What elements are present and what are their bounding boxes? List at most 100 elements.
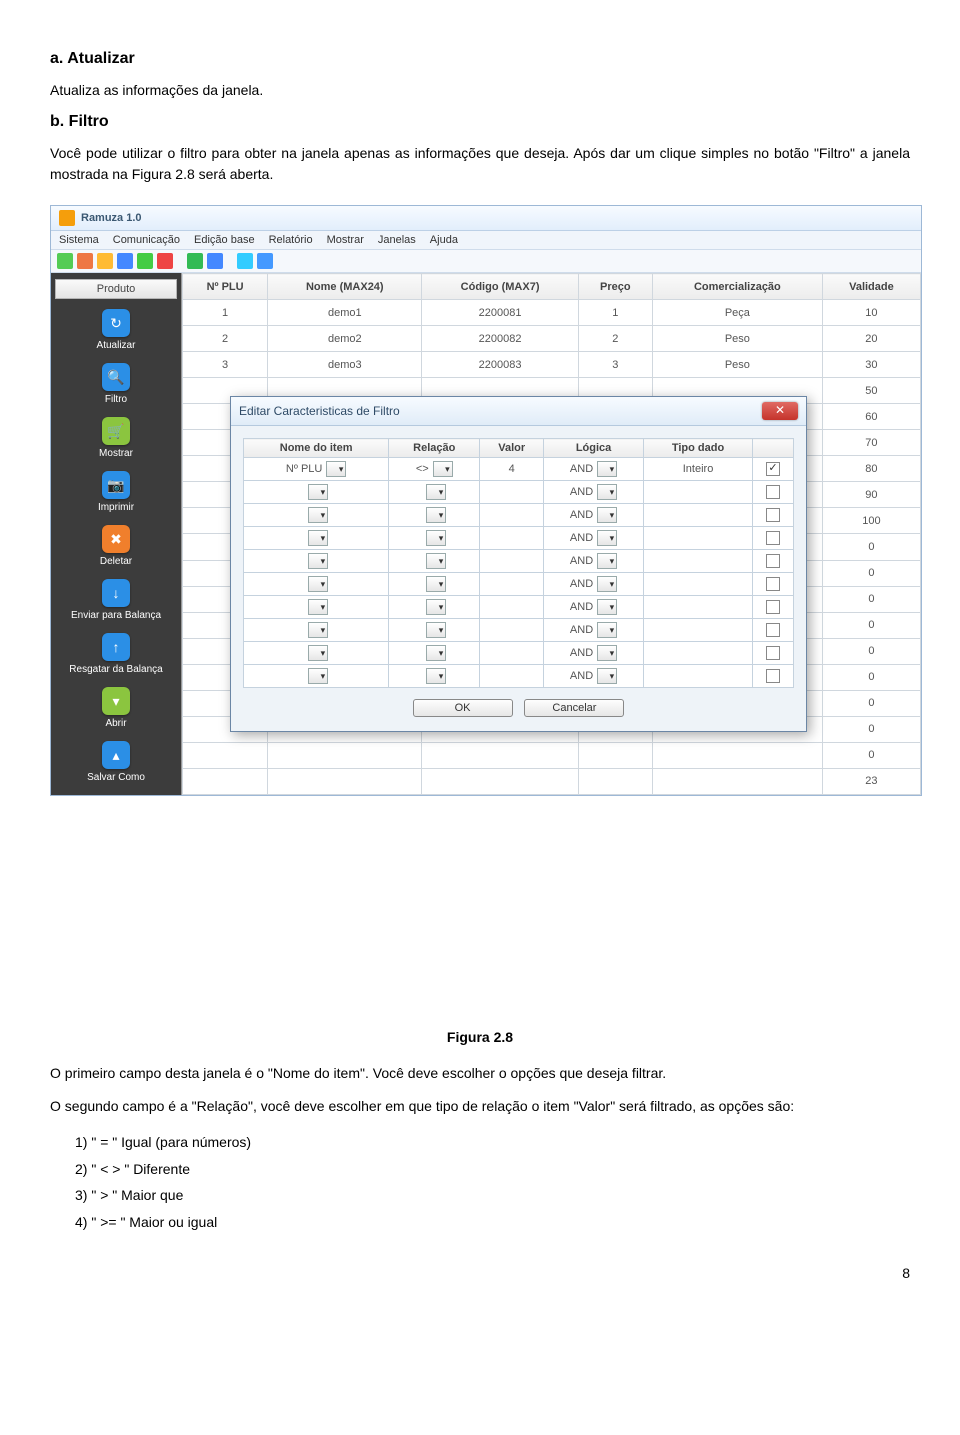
toolbar-icon[interactable]	[77, 253, 93, 269]
toolbar-icon[interactable]	[57, 253, 73, 269]
filter-checkbox-cell[interactable]	[753, 504, 794, 527]
filter-cell[interactable]	[389, 550, 480, 573]
filter-cell[interactable]: AND	[544, 481, 644, 504]
menu-item[interactable]: Janelas	[378, 234, 416, 246]
filter-checkbox-cell[interactable]	[753, 458, 794, 481]
filter-cell[interactable]	[244, 573, 389, 596]
checkbox[interactable]	[766, 669, 780, 683]
menu-item[interactable]: Ajuda	[430, 234, 458, 246]
filter-cell[interactable]: Inteiro	[644, 458, 753, 481]
filter-cell[interactable]	[644, 481, 753, 504]
filter-cell[interactable]	[389, 596, 480, 619]
filter-checkbox-cell[interactable]	[753, 596, 794, 619]
table-row[interactable]: 0	[183, 742, 921, 768]
toolbar-icon[interactable]	[237, 253, 253, 269]
filter-cell[interactable]	[244, 550, 389, 573]
sidebar-item[interactable]: ↓Enviar para Balança	[71, 579, 161, 621]
toolbar-icon[interactable]	[257, 253, 273, 269]
checkbox[interactable]	[766, 485, 780, 499]
sidebar-item[interactable]: ✖Deletar	[100, 525, 132, 567]
chevron-down-icon[interactable]	[308, 507, 328, 523]
chevron-down-icon[interactable]	[308, 530, 328, 546]
chevron-down-icon[interactable]	[597, 484, 617, 500]
filter-cell[interactable]	[389, 527, 480, 550]
chevron-down-icon[interactable]	[597, 668, 617, 684]
toolbar-icon[interactable]	[187, 253, 203, 269]
chevron-down-icon[interactable]	[426, 668, 446, 684]
ok-button[interactable]: OK	[413, 699, 513, 717]
chevron-down-icon[interactable]	[597, 507, 617, 523]
column-header[interactable]: Preço	[578, 274, 652, 300]
toolbar-icon[interactable]	[97, 253, 113, 269]
sidebar-item[interactable]: 🔍Filtro	[102, 363, 130, 405]
checkbox[interactable]	[766, 623, 780, 637]
filter-cell[interactable]	[480, 665, 544, 688]
checkbox[interactable]	[766, 646, 780, 660]
filter-cell[interactable]	[644, 665, 753, 688]
chevron-down-icon[interactable]	[308, 622, 328, 638]
filter-cell[interactable]: 4	[480, 458, 544, 481]
chevron-down-icon[interactable]	[597, 530, 617, 546]
checkbox[interactable]	[766, 531, 780, 545]
filter-cell[interactable]	[644, 596, 753, 619]
filter-checkbox-cell[interactable]	[753, 527, 794, 550]
chevron-down-icon[interactable]	[597, 599, 617, 615]
filter-cell[interactable]	[244, 504, 389, 527]
cancel-button[interactable]: Cancelar	[524, 699, 624, 717]
menu-item[interactable]: Edição base	[194, 234, 255, 246]
chevron-down-icon[interactable]	[426, 599, 446, 615]
close-icon[interactable]: ✕	[762, 402, 798, 420]
sidebar-item[interactable]: ↻Atualizar	[97, 309, 136, 351]
filter-checkbox-cell[interactable]	[753, 619, 794, 642]
filter-cell[interactable]	[244, 527, 389, 550]
filter-checkbox-cell[interactable]	[753, 665, 794, 688]
filter-cell[interactable]: AND	[544, 619, 644, 642]
filter-cell[interactable]: AND	[544, 642, 644, 665]
checkbox[interactable]	[766, 508, 780, 522]
filter-cell[interactable]	[244, 481, 389, 504]
chevron-down-icon[interactable]	[597, 645, 617, 661]
chevron-down-icon[interactable]	[426, 576, 446, 592]
chevron-down-icon[interactable]	[308, 599, 328, 615]
filter-cell[interactable]: AND	[544, 596, 644, 619]
filter-cell[interactable]: <>	[389, 458, 480, 481]
filter-cell[interactable]	[480, 642, 544, 665]
chevron-down-icon[interactable]	[308, 668, 328, 684]
sidebar-item[interactable]: ▴Salvar Como	[87, 741, 145, 783]
filter-cell[interactable]: AND	[544, 527, 644, 550]
checkbox[interactable]	[766, 462, 780, 476]
table-row[interactable]: 1demo122000811Peça10	[183, 300, 921, 326]
column-header[interactable]: Validade	[822, 274, 920, 300]
filter-cell[interactable]: AND	[544, 550, 644, 573]
table-row[interactable]: 23	[183, 768, 921, 794]
filter-cell[interactable]	[480, 481, 544, 504]
filter-cell[interactable]	[644, 619, 753, 642]
menu-item[interactable]: Sistema	[59, 234, 99, 246]
filter-cell[interactable]	[644, 527, 753, 550]
filter-cell[interactable]	[389, 665, 480, 688]
chevron-down-icon[interactable]	[597, 553, 617, 569]
chevron-down-icon[interactable]	[308, 576, 328, 592]
checkbox[interactable]	[766, 577, 780, 591]
menu-item[interactable]: Comunicação	[113, 234, 180, 246]
filter-checkbox-cell[interactable]	[753, 550, 794, 573]
chevron-down-icon[interactable]	[308, 553, 328, 569]
menu-item[interactable]: Mostrar	[327, 234, 364, 246]
filter-cell[interactable]: AND	[544, 458, 644, 481]
chevron-down-icon[interactable]	[597, 576, 617, 592]
sidebar-item[interactable]: ↑Resgatar da Balança	[69, 633, 162, 675]
filter-cell[interactable]	[389, 504, 480, 527]
toolbar-icon[interactable]	[137, 253, 153, 269]
chevron-down-icon[interactable]	[433, 461, 453, 477]
chevron-down-icon[interactable]	[426, 645, 446, 661]
sidebar-item[interactable]: 📷Imprimir	[98, 471, 134, 513]
filter-cell[interactable]	[389, 573, 480, 596]
filter-checkbox-cell[interactable]	[753, 642, 794, 665]
filter-cell[interactable]	[644, 504, 753, 527]
checkbox[interactable]	[766, 554, 780, 568]
filter-cell[interactable]	[244, 596, 389, 619]
chevron-down-icon[interactable]	[426, 622, 446, 638]
toolbar-icon[interactable]	[117, 253, 133, 269]
filter-cell[interactable]: AND	[544, 665, 644, 688]
chevron-down-icon[interactable]	[308, 484, 328, 500]
